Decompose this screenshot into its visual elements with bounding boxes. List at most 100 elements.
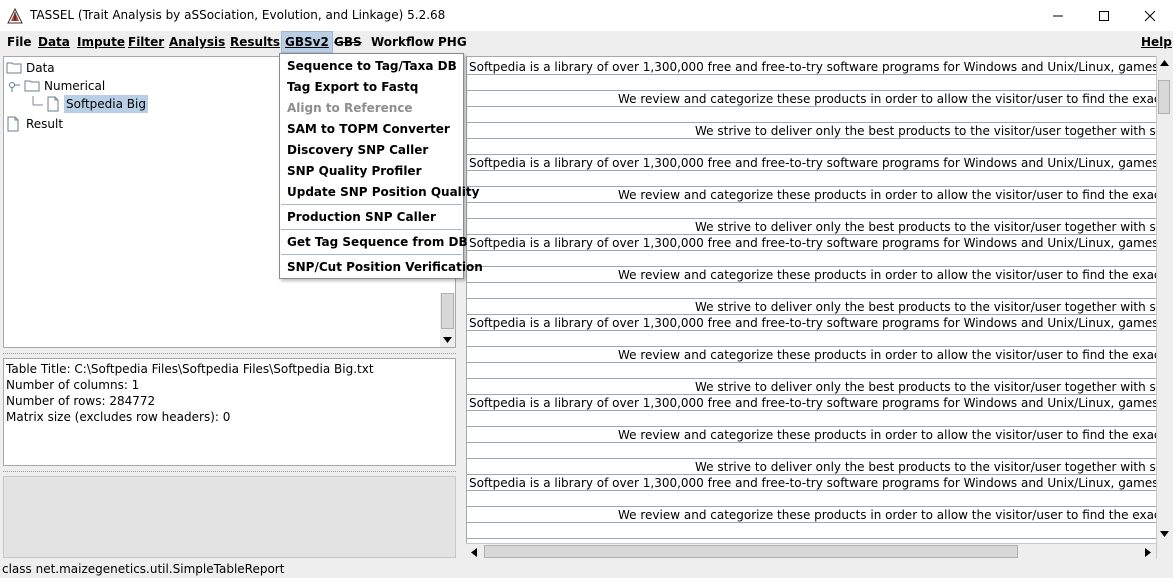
expand-handle-icon[interactable]: [8, 78, 22, 92]
menu-item-sam-to-topm-converter[interactable]: SAM to TOPM Converter: [280, 119, 463, 140]
scrollbar-thumb[interactable]: [484, 545, 1018, 558]
table-row[interactable]: [467, 107, 1157, 123]
status-bar: class net.maizegenetics.util.SimpleTable…: [0, 560, 1173, 578]
tree-vertical-scrollbar[interactable]: [440, 293, 455, 347]
menu-item-snp-cut-position-verification[interactable]: SNP/Cut Position Verification: [280, 257, 483, 278]
tree-root-label: Data: [26, 61, 55, 75]
menu-workflow[interactable]: Workflow: [368, 31, 437, 53]
table-row[interactable]: Softpedia is a library of over 1,300,000…: [467, 235, 1157, 251]
table-row[interactable]: [467, 75, 1157, 91]
pane-splitter[interactable]: [3, 350, 456, 357]
table-row[interactable]: We strive to deliver only the best produ…: [467, 219, 1157, 235]
table-row[interactable]: [467, 331, 1157, 347]
info-matrix-size: Matrix size (excludes row headers): 0: [6, 410, 231, 424]
empty-panel: [3, 476, 456, 558]
menu-item-align-to-reference: Align to Reference: [287, 101, 413, 115]
table-row[interactable]: Softpedia is a library of over 1,300,000…: [467, 315, 1157, 331]
table-cell: We strive to deliver only the best produ…: [695, 300, 1157, 314]
title-bar: TASSEL (Trait Analysis by aSSociation, E…: [0, 0, 1173, 31]
file-icon: [47, 96, 59, 112]
table-row[interactable]: Softpedia is a library of over 1,300,000…: [467, 59, 1157, 75]
status-text: class net.maizegenetics.util.SimpleTable…: [2, 562, 285, 576]
menu-impute[interactable]: Impute: [74, 31, 128, 53]
table-row[interactable]: [467, 203, 1157, 219]
menu-help[interactable]: Help: [1138, 31, 1173, 53]
menu-analysis[interactable]: Analysis: [166, 31, 228, 53]
menu-item-tag-export-to-fastq[interactable]: Tag Export to Fastq: [280, 77, 463, 98]
file-icon: [7, 116, 19, 132]
scroll-left-icon[interactable]: [471, 548, 477, 557]
table-vertical-scrollbar[interactable]: [1156, 56, 1171, 559]
menu-item-update-snp-position-quality[interactable]: Update SNP Position Quality: [280, 182, 479, 203]
menu-separator: [281, 204, 462, 205]
table-row[interactable]: We strive to deliver only the best produ…: [467, 299, 1157, 315]
table-row[interactable]: We review and categorize these products …: [467, 507, 1157, 523]
table-cell: Softpedia is a library of over 1,300,000…: [469, 156, 1157, 170]
menu-bar: File Data Impute Filter Analysis Results…: [0, 31, 1173, 53]
tree-numerical-label: Numerical: [44, 79, 106, 93]
table-cell: Softpedia is a library of over 1,300,000…: [469, 476, 1157, 490]
scroll-right-icon[interactable]: [1145, 548, 1151, 557]
menu-item-snp-quality-profiler[interactable]: SNP Quality Profiler: [280, 161, 463, 182]
table-row[interactable]: [467, 283, 1157, 299]
menu-item-sequence-to-tag-taxa-db[interactable]: Sequence to Tag/Taxa DB: [280, 56, 463, 77]
table-cell: We strive to deliver only the best produ…: [695, 380, 1157, 394]
tree-result-label: Result: [26, 117, 64, 131]
table-row[interactable]: We strive to deliver only the best produ…: [467, 123, 1157, 139]
table-row[interactable]: [467, 491, 1157, 507]
scrollbar-thumb[interactable]: [441, 293, 454, 329]
table-row[interactable]: [467, 363, 1157, 379]
menu-help-label: Help: [1141, 35, 1172, 49]
table-row[interactable]: [467, 523, 1157, 539]
scroll-down-icon[interactable]: [1160, 531, 1169, 537]
close-button[interactable]: [1127, 0, 1173, 31]
info-table-title: Table Title: C:\Softpedia Files\Softpedi…: [6, 362, 374, 376]
table-row[interactable]: [467, 443, 1157, 459]
menu-item-production-snp-caller[interactable]: Production SNP Caller: [280, 207, 463, 228]
menu-item-get-tag-sequence-from-db[interactable]: Get Tag Sequence from DB: [280, 232, 468, 253]
menu-phg[interactable]: PHG: [435, 31, 470, 53]
table-row[interactable]: We strive to deliver only the best produ…: [467, 379, 1157, 395]
table-row[interactable]: [467, 251, 1157, 267]
table-row[interactable]: Softpedia is a library of over 1,300,000…: [467, 475, 1157, 491]
table-row[interactable]: We review and categorize these products …: [467, 91, 1157, 107]
table-row[interactable]: Softpedia is a library of over 1,300,000…: [467, 155, 1157, 171]
table-row[interactable]: We review and categorize these products …: [467, 427, 1157, 443]
menu-filter[interactable]: Filter: [125, 31, 167, 53]
menu-data[interactable]: Data: [35, 31, 73, 53]
maximize-icon: [1099, 11, 1109, 21]
table-row[interactable]: [467, 139, 1157, 155]
menu-gbs[interactable]: GBS: [331, 31, 365, 53]
maximize-button[interactable]: [1081, 0, 1127, 31]
data-table-pane: Softpedia is a library of over 1,300,000…: [466, 56, 1171, 559]
table-row[interactable]: We strive to deliver only the best produ…: [467, 459, 1157, 475]
menu-results[interactable]: Results: [227, 31, 283, 53]
table-row[interactable]: We review and categorize these products …: [467, 187, 1157, 203]
table-row[interactable]: Softpedia is a library of over 1,300,000…: [467, 395, 1157, 411]
scroll-down-icon[interactable]: [443, 337, 452, 343]
table-cell: Softpedia is a library of over 1,300,000…: [469, 316, 1157, 330]
info-rows: Number of rows: 284772: [6, 394, 156, 408]
scrollbar-thumb[interactable]: [1158, 80, 1170, 114]
scroll-up-icon[interactable]: [1160, 60, 1169, 66]
minimize-icon: [1053, 15, 1063, 17]
pane-splitter[interactable]: [3, 468, 456, 475]
table-row[interactable]: [467, 171, 1157, 187]
window-title: TASSEL (Trait Analysis by aSSociation, E…: [30, 8, 446, 22]
table-row[interactable]: We review and categorize these products …: [467, 267, 1157, 283]
menu-gbsv2-label: GBSv2: [285, 35, 329, 49]
menu-separator: [281, 229, 462, 230]
minimize-button[interactable]: [1035, 0, 1081, 31]
menu-separator: [281, 254, 462, 255]
table-row[interactable]: [467, 411, 1157, 427]
table-cell: Softpedia is a library of over 1,300,000…: [469, 396, 1157, 410]
menu-gbsv2[interactable]: GBSv2: [281, 31, 333, 53]
table-horizontal-scrollbar[interactable]: [466, 543, 1156, 559]
info-pane: Table Title: C:\Softpedia Files\Softpedi…: [3, 358, 456, 466]
menu-item-discovery-snp-caller[interactable]: Discovery SNP Caller: [280, 140, 463, 161]
menu-results-label: Results: [230, 35, 281, 49]
table-cell: We strive to deliver only the best produ…: [695, 460, 1157, 474]
table-row[interactable]: We review and categorize these products …: [467, 347, 1157, 363]
close-icon: [1144, 10, 1156, 22]
menu-file[interactable]: File: [4, 31, 35, 53]
